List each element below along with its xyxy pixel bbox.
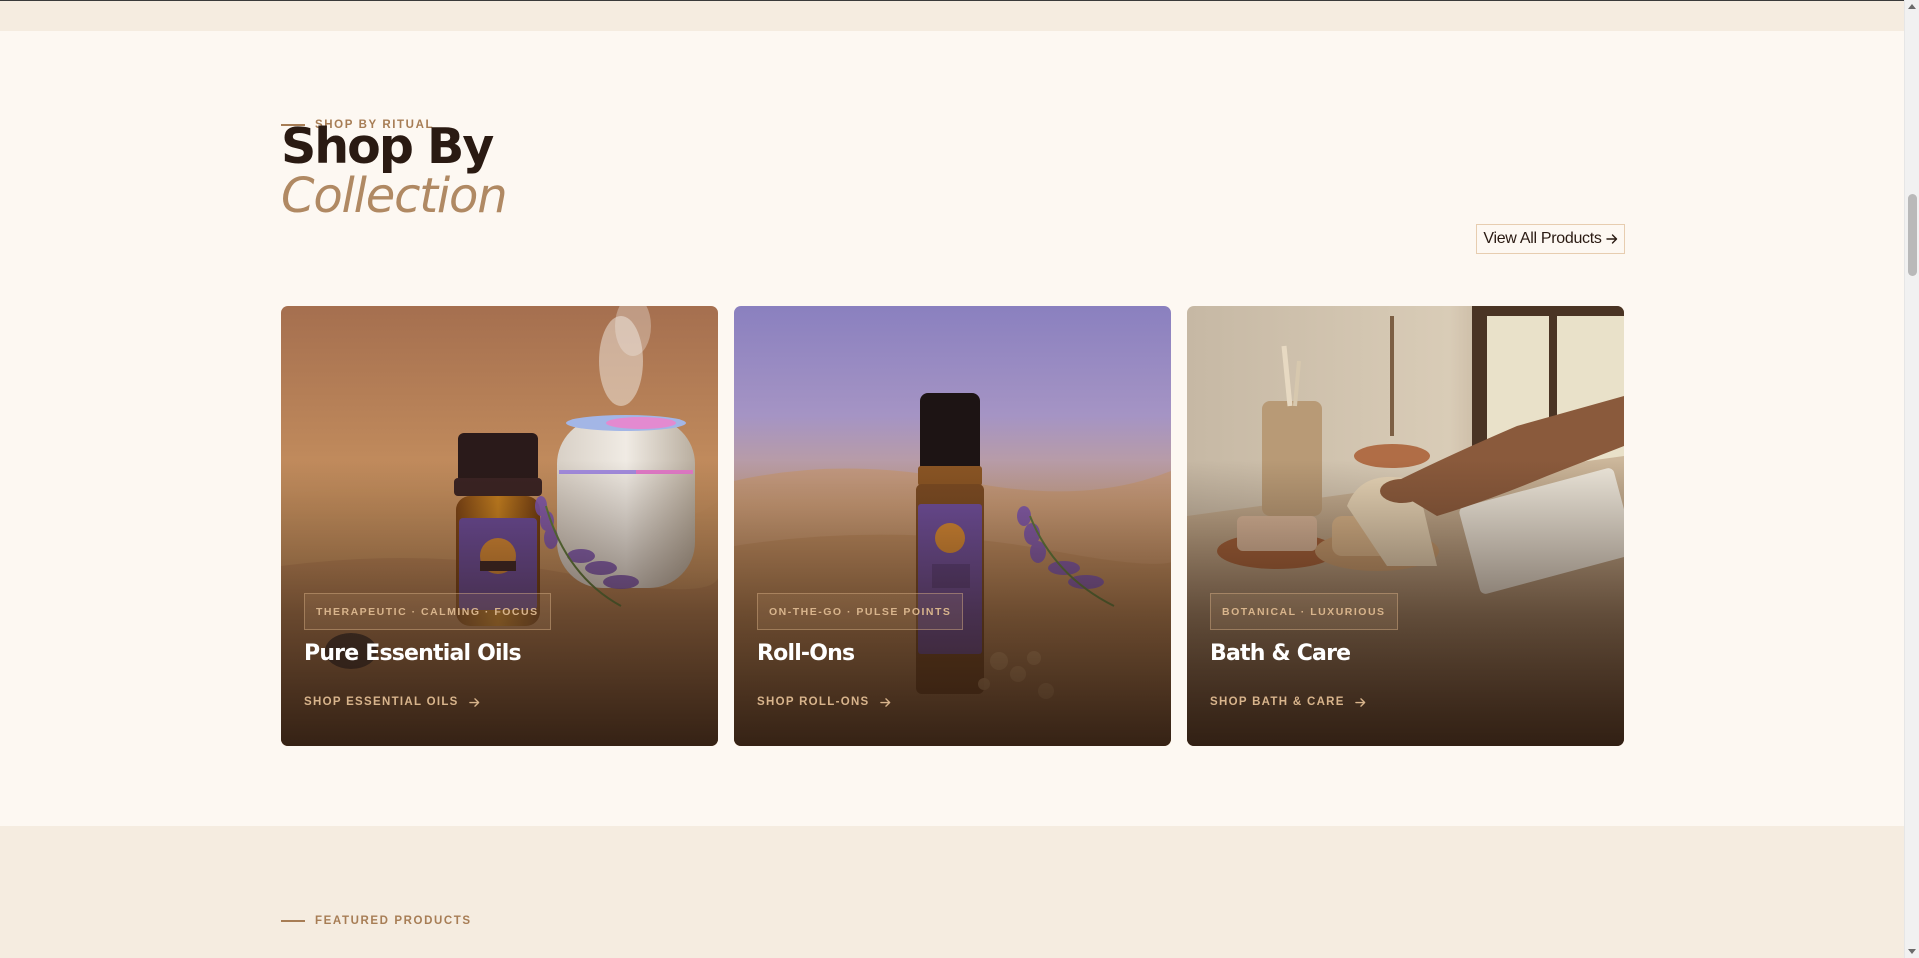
- arrow-right-icon: [879, 697, 890, 707]
- shop-essential-oils-link[interactable]: SHOP ESSENTIAL OILS: [304, 696, 480, 708]
- scroll-down-icon[interactable]: [1908, 949, 1916, 954]
- page-scrollbar[interactable]: [1904, 0, 1919, 958]
- arrow-right-icon: [1605, 234, 1617, 244]
- collection-card-essential-oils[interactable]: THERAPEUTIC · CALMING · FOCUS Pure Essen…: [281, 306, 718, 746]
- eyebrow-line: [281, 920, 305, 922]
- section-title-line2: Collection: [281, 168, 508, 224]
- arrow-right-icon: [1354, 697, 1366, 707]
- arrow-right-icon: [468, 697, 479, 707]
- top-section-strip: [0, 0, 1904, 31]
- eyebrow-label: FEATURED PRODUCTS: [315, 915, 472, 927]
- card-cta-label: SHOP ESSENTIAL OILS: [304, 696, 459, 708]
- card-tag: THERAPEUTIC · CALMING · FOCUS: [304, 593, 551, 630]
- card-title: Pure Essential Oils: [304, 641, 522, 666]
- card-title: Bath & Care: [1210, 641, 1351, 666]
- shop-bath-care-link[interactable]: SHOP BATH & CARE: [1210, 696, 1366, 708]
- card-cta-label: SHOP BATH & CARE: [1210, 696, 1345, 708]
- view-all-label: View All Products: [1483, 230, 1602, 247]
- scrollbar-thumb[interactable]: [1908, 194, 1917, 276]
- featured-products-section: [0, 826, 1904, 958]
- card-tag: BOTANICAL · LUXURIOUS: [1210, 593, 1398, 630]
- featured-eyebrow: FEATURED PRODUCTS: [281, 915, 472, 927]
- card-gradient-overlay: [281, 306, 718, 746]
- view-all-products-button[interactable]: View All Products: [1476, 224, 1625, 254]
- scroll-up-icon[interactable]: [1908, 4, 1916, 9]
- collection-card-roll-ons[interactable]: ON-THE-GO · PULSE POINTS Roll-Ons SHOP R…: [734, 306, 1171, 746]
- card-gradient-overlay: [1187, 306, 1624, 746]
- card-gradient-overlay: [734, 306, 1171, 746]
- shop-roll-ons-link[interactable]: SHOP ROLL-ONS: [757, 696, 891, 708]
- card-cta-label: SHOP ROLL-ONS: [757, 696, 870, 708]
- card-title: Roll-Ons: [757, 641, 855, 666]
- collection-card-bath-care[interactable]: BOTANICAL · LUXURIOUS Bath & Care SHOP B…: [1187, 306, 1624, 746]
- card-tag: ON-THE-GO · PULSE POINTS: [757, 593, 964, 630]
